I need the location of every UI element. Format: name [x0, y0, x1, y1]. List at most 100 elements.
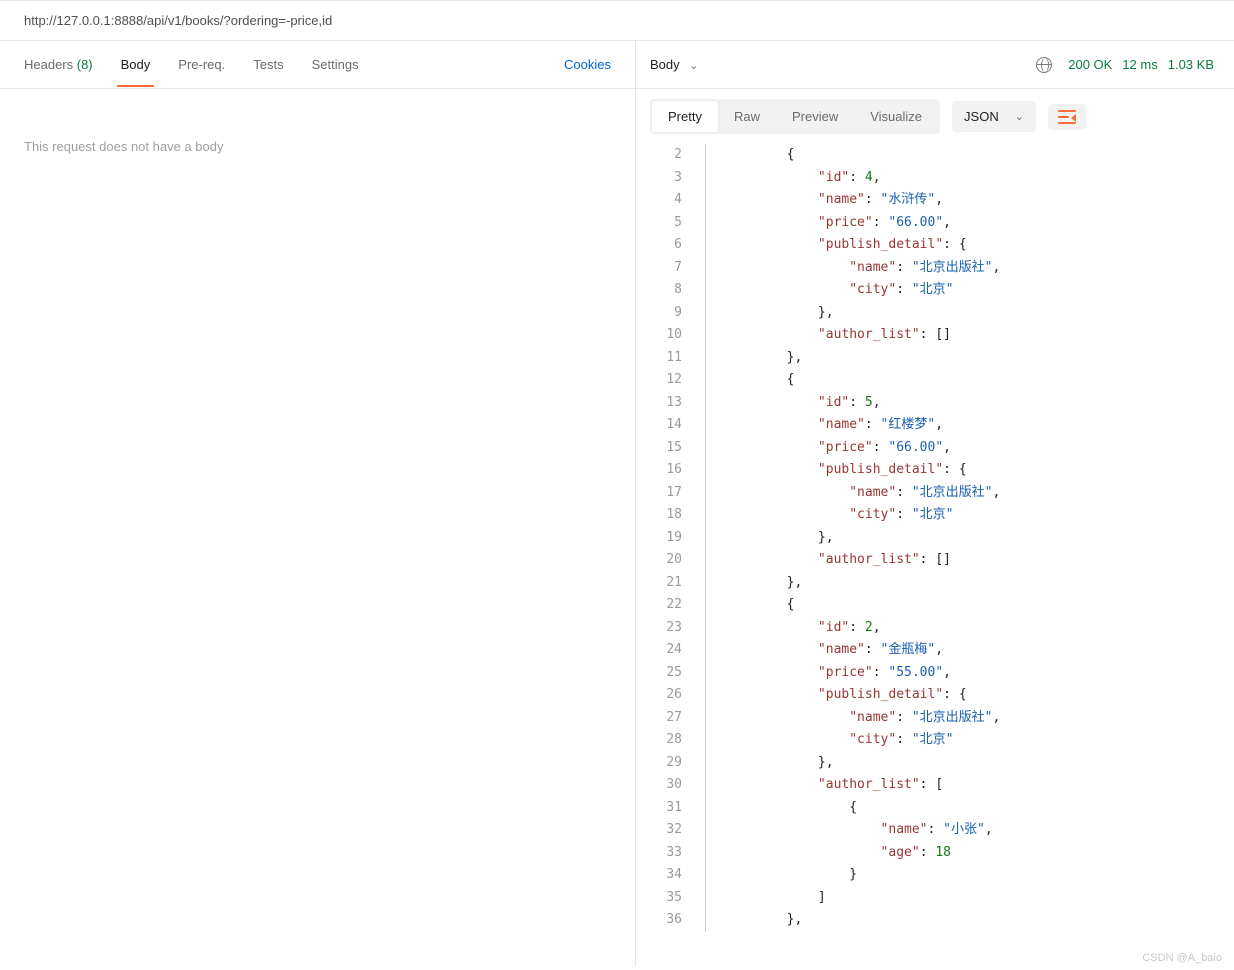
code-line: 8 "city": "北京"	[636, 279, 1234, 302]
line-number: 6	[636, 234, 698, 257]
cookies-link[interactable]: Cookies	[564, 57, 625, 72]
code-line: 13 "id": 5,	[636, 392, 1234, 415]
no-body-message: This request does not have a body	[0, 89, 635, 204]
code-content: },	[724, 527, 834, 550]
code-line: 21 },	[636, 572, 1234, 595]
line-number: 34	[636, 864, 698, 887]
code-line: 28 "city": "北京"	[636, 729, 1234, 752]
line-number: 17	[636, 482, 698, 505]
code-content: "name": "红楼梦",	[724, 414, 943, 437]
code-line: 6 "publish_detail": {	[636, 234, 1234, 257]
code-content: "city": "北京"	[724, 729, 954, 752]
code-content: "publish_detail": {	[724, 459, 967, 482]
code-line: 9 },	[636, 302, 1234, 325]
view-tab-raw[interactable]: Raw	[718, 101, 776, 132]
tab-count: (8)	[73, 57, 93, 72]
view-tab-preview[interactable]: Preview	[776, 101, 854, 132]
code-content: },	[724, 347, 802, 370]
code-content: "publish_detail": {	[724, 684, 967, 707]
tab-settings[interactable]: Settings	[298, 43, 373, 86]
line-number: 33	[636, 842, 698, 865]
code-content: }	[724, 864, 857, 887]
code-line: 16 "publish_detail": {	[636, 459, 1234, 482]
code-line: 36 },	[636, 909, 1234, 932]
code-content: },	[724, 572, 802, 595]
response-size: 1.03 KB	[1168, 57, 1214, 72]
view-tab-visualize[interactable]: Visualize	[854, 101, 938, 132]
code-line: 25 "price": "55.00",	[636, 662, 1234, 685]
url-bar[interactable]: http://127.0.0.1:8888/api/v1/books/?orde…	[0, 0, 1234, 41]
line-number: 27	[636, 707, 698, 730]
code-line: 20 "author_list": []	[636, 549, 1234, 572]
tab-prereq[interactable]: Pre-req.	[164, 43, 239, 86]
line-number: 31	[636, 797, 698, 820]
line-number: 36	[636, 909, 698, 932]
response-toolbar: PrettyRawPreviewVisualize JSON ⌄	[636, 89, 1234, 144]
code-line: 31 {	[636, 797, 1234, 820]
line-number: 26	[636, 684, 698, 707]
line-number: 13	[636, 392, 698, 415]
line-number: 2	[636, 144, 698, 167]
format-select[interactable]: JSON ⌄	[952, 101, 1036, 132]
tab-headers[interactable]: Headers (8)	[10, 43, 107, 86]
code-line: 29 },	[636, 752, 1234, 775]
line-number: 11	[636, 347, 698, 370]
status-code: 200 OK	[1068, 57, 1112, 72]
code-line: 33 "age": 18	[636, 842, 1234, 865]
request-tabs: Headers (8)BodyPre-req.TestsSettings Cook…	[0, 41, 635, 89]
line-number: 29	[636, 752, 698, 775]
code-line: 24 "name": "金瓶梅",	[636, 639, 1234, 662]
view-tab-pretty[interactable]: Pretty	[652, 101, 718, 132]
code-line: 18 "city": "北京"	[636, 504, 1234, 527]
code-line: 22 {	[636, 594, 1234, 617]
line-number: 19	[636, 527, 698, 550]
line-number: 12	[636, 369, 698, 392]
chevron-down-icon: ⌄	[689, 60, 698, 72]
line-number: 24	[636, 639, 698, 662]
wrap-lines-button[interactable]	[1048, 104, 1086, 130]
line-number: 3	[636, 167, 698, 190]
code-line: 19 },	[636, 527, 1234, 550]
code-line: 27 "name": "北京出版社",	[636, 707, 1234, 730]
code-line: 17 "name": "北京出版社",	[636, 482, 1234, 505]
line-number: 10	[636, 324, 698, 347]
code-line: 14 "name": "红楼梦",	[636, 414, 1234, 437]
line-number: 14	[636, 414, 698, 437]
code-line: 32 "name": "小张",	[636, 819, 1234, 842]
wrap-icon	[1058, 110, 1076, 124]
globe-icon[interactable]	[1036, 57, 1052, 73]
code-content: "name": "北京出版社",	[724, 707, 1000, 730]
code-content: {	[724, 594, 794, 617]
code-line: 34 }	[636, 864, 1234, 887]
line-number: 7	[636, 257, 698, 280]
response-header: Body ⌄ 200 OK 12 ms 1.03 KB	[636, 41, 1234, 89]
code-content: ]	[724, 887, 826, 910]
line-number: 35	[636, 887, 698, 910]
tab-tests[interactable]: Tests	[239, 43, 297, 86]
code-content: "author_list": [	[724, 774, 943, 797]
line-number: 20	[636, 549, 698, 572]
code-content: {	[724, 144, 794, 167]
response-view-tabs: PrettyRawPreviewVisualize	[650, 99, 940, 134]
code-line: 2 {	[636, 144, 1234, 167]
line-number: 4	[636, 189, 698, 212]
line-number: 16	[636, 459, 698, 482]
code-line: 4 "name": "水浒传",	[636, 189, 1234, 212]
tab-body[interactable]: Body	[107, 43, 165, 86]
request-panel: Headers (8)BodyPre-req.TestsSettings Cook…	[0, 41, 636, 966]
line-number: 32	[636, 819, 698, 842]
line-number: 15	[636, 437, 698, 460]
code-line: 30 "author_list": [	[636, 774, 1234, 797]
code-content: "name": "水浒传",	[724, 189, 943, 212]
code-content: },	[724, 909, 802, 932]
code-content: "name": "小张",	[724, 819, 993, 842]
line-number: 18	[636, 504, 698, 527]
code-content: "id": 4,	[724, 167, 881, 190]
response-code[interactable]: 2 {3 "id": 4,4 "name": "水浒传",5 "price": …	[636, 144, 1234, 966]
code-line: 10 "author_list": []	[636, 324, 1234, 347]
code-line: 15 "price": "66.00",	[636, 437, 1234, 460]
format-select-label: JSON	[964, 109, 999, 124]
response-body-dropdown[interactable]: Body ⌄	[650, 57, 698, 72]
code-content: },	[724, 752, 834, 775]
code-content: {	[724, 369, 794, 392]
